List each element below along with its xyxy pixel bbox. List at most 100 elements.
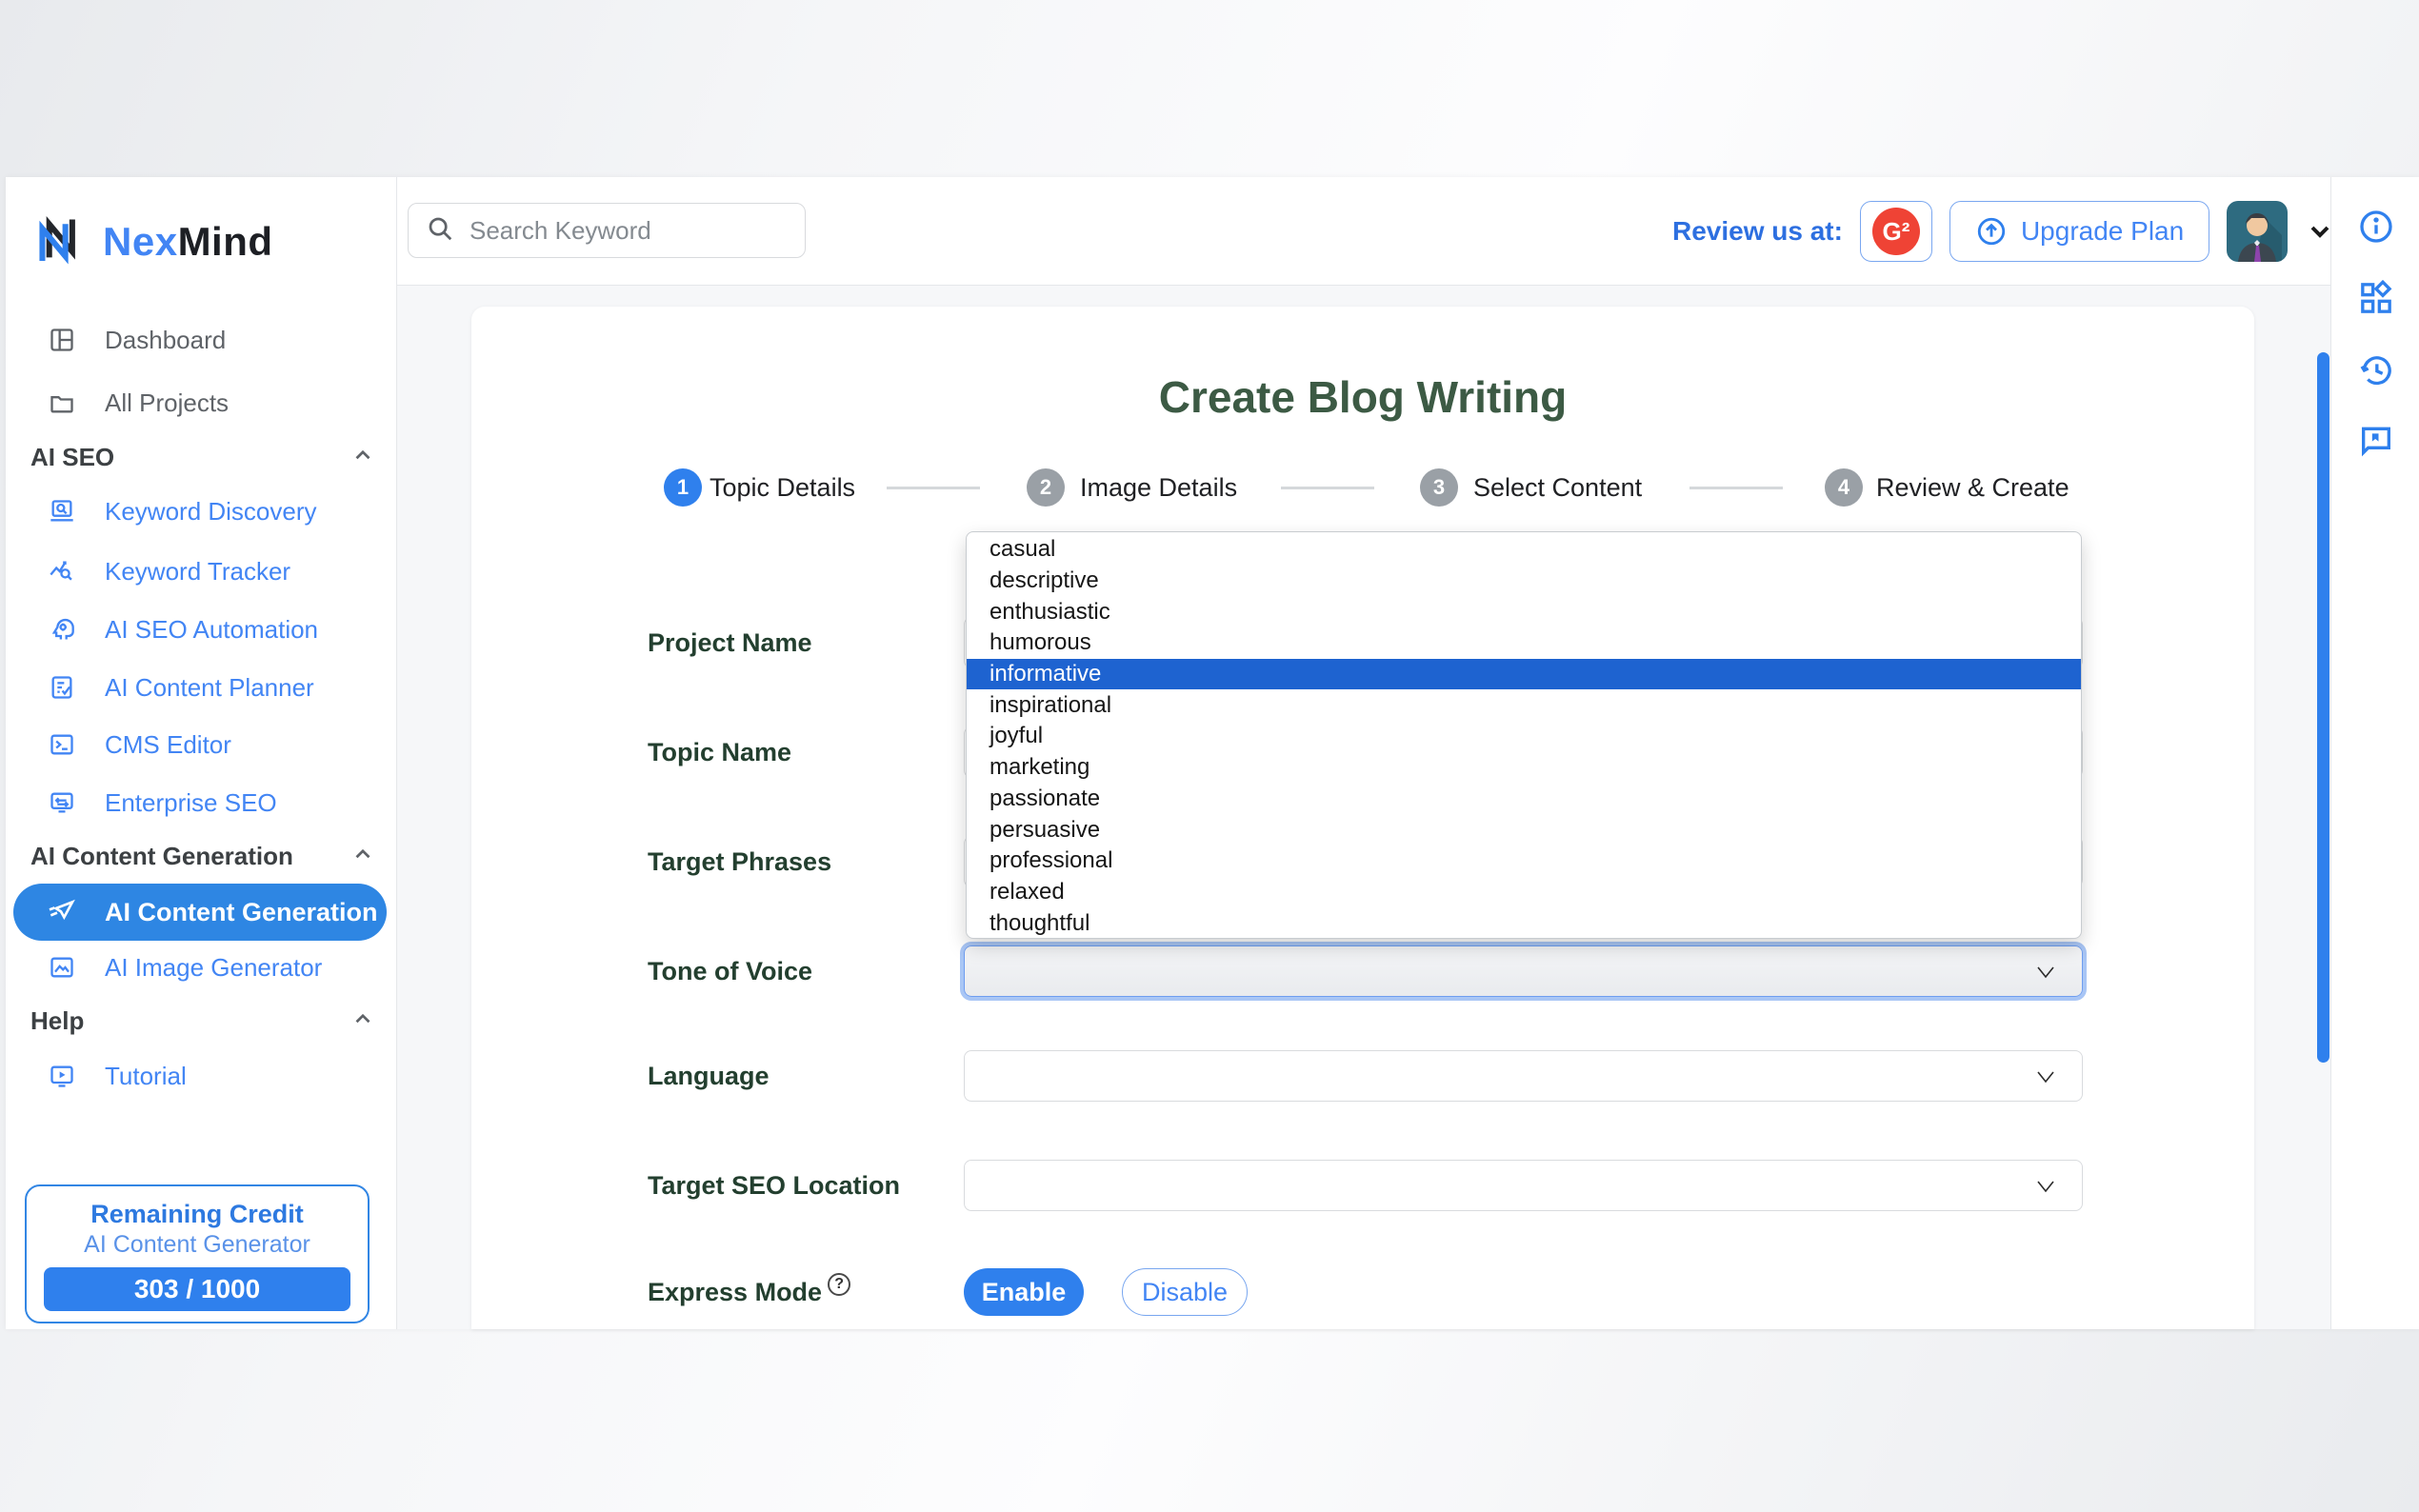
sidebar-item-dashboard[interactable]: Dashboard — [6, 319, 397, 361]
credit-subtitle: AI Content Generator — [84, 1231, 310, 1259]
sidebar-item-label: AI Content Generation — [105, 898, 378, 927]
avatar[interactable] — [2227, 201, 2288, 262]
sidebar-item-ai-seo-automation[interactable]: AI SEO Automation — [6, 608, 397, 650]
dashboard-icon — [48, 326, 76, 354]
dropdown-option[interactable]: thoughtful — [967, 907, 2081, 939]
ai-automation-icon — [48, 615, 76, 644]
dropdown-option[interactable]: inspirational — [967, 689, 2081, 721]
sidebar-item-all-projects[interactable]: All Projects — [6, 382, 397, 424]
dropdown-option[interactable]: persuasive — [967, 814, 2081, 846]
dropdown-option[interactable]: marketing — [967, 752, 2081, 784]
keyword-tracker-icon — [48, 557, 76, 586]
step-connector — [887, 487, 980, 489]
target-seo-location-label: Target SEO Location — [648, 1166, 900, 1204]
tone-of-voice-select[interactable] — [964, 945, 2083, 997]
express-mode-label-row: Express Mode ? — [648, 1273, 850, 1311]
section-label: AI Content Generation — [30, 842, 293, 871]
project-name-label: Project Name — [648, 624, 812, 662]
sidebar-item-label: Dashboard — [105, 326, 226, 355]
sidebar-item-enterprise-seo[interactable]: Enterprise SEO — [6, 782, 397, 824]
upgrade-plan-button[interactable]: Upgrade Plan — [1949, 201, 2209, 262]
dropdown-option[interactable]: casual — [967, 534, 2081, 566]
chevron-up-icon — [350, 842, 375, 871]
sidebar-item-cms-editor[interactable]: CMS Editor — [6, 724, 397, 766]
sidebar-item-label: Keyword Tracker — [105, 557, 290, 587]
image-icon — [48, 953, 76, 982]
step-2-circle: 2 — [1027, 468, 1065, 507]
dropdown-option[interactable]: humorous — [967, 627, 2081, 659]
sidebar-item-label: AI Content Planner — [105, 673, 314, 703]
g2-review-button[interactable]: G² — [1860, 201, 1932, 262]
sidebar-item-label: Tutorial — [105, 1062, 187, 1091]
search-box[interactable] — [408, 203, 806, 258]
sidebar-item-label: Keyword Discovery — [105, 497, 317, 527]
express-mode-label: Express Mode — [648, 1278, 822, 1307]
sidebar-item-label: All Projects — [105, 388, 229, 418]
sidebar-section-ai-content-generation[interactable]: AI Content Generation — [30, 835, 373, 877]
nexmind-logo-icon — [34, 211, 90, 271]
sidebar-item-keyword-tracker[interactable]: Keyword Tracker — [6, 550, 397, 592]
terminal-icon — [48, 730, 76, 759]
sidebar-item-keyword-discovery[interactable]: Keyword Discovery — [6, 490, 397, 532]
brand-name: NexMind — [103, 219, 273, 265]
chevron-up-icon — [350, 1006, 375, 1036]
search-icon — [426, 214, 454, 248]
language-select[interactable] — [964, 1050, 2083, 1102]
step-1-label: Topic Details — [710, 473, 855, 503]
keyword-discovery-icon — [48, 497, 76, 526]
app-window: NexMind Dashboard All Projects — [6, 177, 2419, 1329]
chevron-down-icon — [2034, 1177, 2057, 1201]
chevron-down-icon — [2034, 963, 2057, 986]
dropdown-option[interactable]: professional — [967, 846, 2081, 877]
sidebar-item-ai-content-planner[interactable]: AI Content Planner — [6, 666, 397, 708]
sidebar-item-label: Enterprise SEO — [105, 788, 277, 818]
target-phrases-label: Target Phrases — [648, 843, 831, 881]
tone-of-voice-dropdown: casual descriptive enthusiastic humorous… — [966, 531, 2082, 939]
content-planner-icon — [48, 673, 76, 702]
credit-value-badge[interactable]: 303 / 1000 — [44, 1267, 350, 1311]
brand-logo[interactable]: NexMind — [34, 211, 273, 271]
credit-title: Remaining Credit — [90, 1200, 304, 1229]
info-icon[interactable] — [2355, 206, 2397, 248]
history-icon[interactable] — [2355, 349, 2397, 391]
step-1-circle: 1 — [664, 468, 702, 507]
vertical-scrollbar[interactable] — [2317, 352, 2329, 1063]
target-seo-location-select[interactable] — [964, 1160, 2083, 1211]
sidebar: NexMind Dashboard All Projects — [6, 177, 397, 1329]
chevron-down-icon — [2034, 1067, 2057, 1091]
dropdown-option[interactable]: descriptive — [967, 566, 2081, 597]
upgrade-arrow-icon — [1975, 215, 2008, 248]
sidebar-section-help[interactable]: Help — [30, 1000, 373, 1042]
dropdown-option[interactable]: passionate — [967, 784, 2081, 815]
page-title: Create Blog Writing — [471, 371, 2254, 423]
step-4-label: Review & Create — [1876, 473, 2069, 503]
step-2-label: Image Details — [1080, 473, 1237, 503]
sidebar-item-tutorial[interactable]: Tutorial — [6, 1055, 397, 1097]
sidebar-item-label: CMS Editor — [105, 730, 231, 760]
search-input[interactable] — [468, 215, 772, 247]
section-label: AI SEO — [30, 443, 114, 472]
upgrade-plan-label: Upgrade Plan — [2021, 216, 2184, 247]
sidebar-section-ai-seo[interactable]: AI SEO — [30, 436, 373, 478]
step-connector — [1281, 487, 1374, 489]
dropdown-option-highlighted[interactable]: informative — [967, 659, 2081, 690]
sidebar-item-label: AI SEO Automation — [105, 615, 318, 645]
widgets-icon[interactable] — [2355, 277, 2397, 319]
feedback-icon[interactable] — [2355, 419, 2397, 461]
section-label: Help — [30, 1006, 84, 1036]
sidebar-item-ai-image-generator[interactable]: AI Image Generator — [6, 946, 397, 988]
express-disable-button[interactable]: Disable — [1122, 1268, 1248, 1316]
express-enable-button[interactable]: Enable — [964, 1268, 1084, 1316]
dropdown-option[interactable]: joyful — [967, 721, 2081, 752]
sidebar-item-label: AI Image Generator — [105, 953, 322, 983]
dropdown-option[interactable]: enthusiastic — [967, 596, 2081, 627]
sidebar-item-ai-content-generation-active[interactable]: AI Content Generation — [13, 884, 387, 941]
language-label: Language — [648, 1057, 770, 1095]
step-connector — [1689, 487, 1783, 489]
step-3-label: Select Content — [1473, 473, 1642, 503]
review-us-label: Review us at: — [1672, 216, 1843, 247]
topic-name-label: Topic Name — [648, 733, 791, 771]
help-question-icon[interactable]: ? — [828, 1273, 850, 1296]
dropdown-option[interactable]: relaxed — [967, 877, 2081, 908]
video-tutorial-icon — [48, 1062, 76, 1090]
